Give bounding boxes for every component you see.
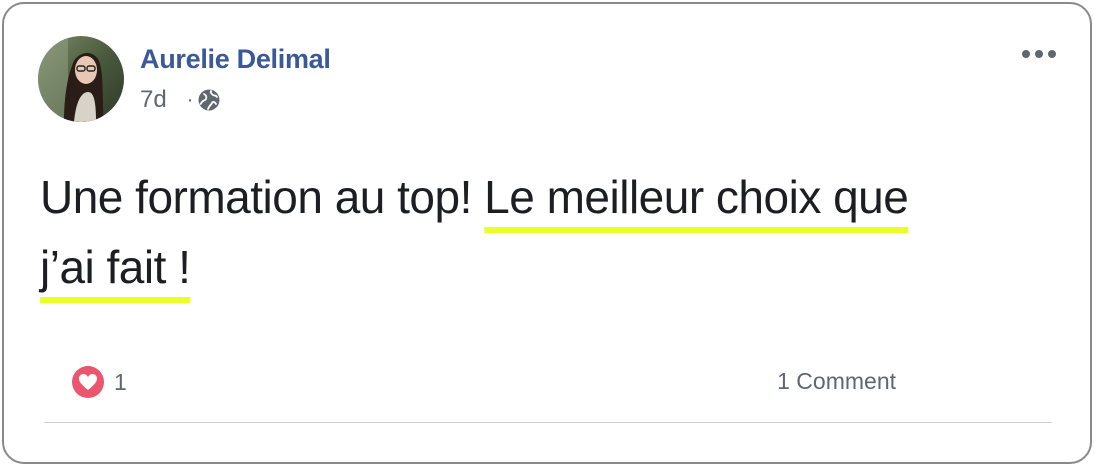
- post-text-highlight-1: Le meilleur choix que: [484, 171, 909, 223]
- more-dot: [1035, 50, 1043, 58]
- divider: [44, 422, 1052, 423]
- author-name[interactable]: Aurelie Delimal: [140, 44, 331, 75]
- meta-separator: ·: [186, 88, 194, 111]
- post-text-highlight-2: j’ai fait !: [40, 241, 191, 293]
- heart-icon: [72, 366, 104, 398]
- reaction-count: 1: [114, 368, 127, 395]
- more-dot: [1022, 50, 1030, 58]
- globe-icon[interactable]: [197, 88, 221, 112]
- more-options-icon[interactable]: [1022, 44, 1056, 64]
- post-meta: 7d ·: [140, 86, 221, 114]
- post-card: Aurelie Delimal 7d · Une formation au to…: [2, 2, 1092, 464]
- avatar[interactable]: [38, 36, 124, 122]
- post-text: Une formation au top! Le meilleur choix …: [40, 162, 1070, 302]
- post-text-plain: Une formation au top!: [40, 171, 485, 223]
- reactions-summary[interactable]: 1: [72, 366, 127, 398]
- post-time[interactable]: 7d: [140, 86, 167, 114]
- comments-count-link[interactable]: 1 Comment: [777, 368, 896, 395]
- more-dot: [1048, 50, 1056, 58]
- avatar-photo: [38, 36, 124, 122]
